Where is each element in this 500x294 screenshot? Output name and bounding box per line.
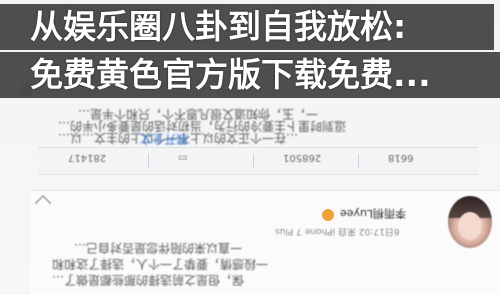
post-body-line: 一直以来的陪伴您是否对自己… <box>74 240 242 257</box>
post-body-text: 一直以来的陪伴您是否对自己… <box>74 241 243 255</box>
vip-badge-icon <box>322 209 334 221</box>
post-body-line: 一段感情，要挚了一个人，选择了这和和 <box>52 256 268 273</box>
headline-text: 免费黄色官方版下载免费... <box>30 55 431 94</box>
expand-full-text-link[interactable]: 展开全文 <box>140 132 188 146</box>
action-divider <box>148 154 149 168</box>
comment-icon[interactable]: ▭ <box>178 152 187 163</box>
avatar[interactable] <box>448 196 492 248</box>
avatar-face <box>458 212 482 240</box>
post-meta: 6日17:02 来自 iPhone 7 Plus <box>275 226 400 236</box>
like-count[interactable]: 281417 <box>68 152 106 163</box>
post-username[interactable]: 李雨桐Luyee <box>340 206 406 222</box>
post-body-text: 一段感情，要挚了一个人，选择了这和和 <box>52 257 269 271</box>
headline-text: 从娱乐圈八卦到自我放松: <box>30 7 407 46</box>
action-divider <box>358 154 359 168</box>
post-body-text: 保，但是之前选择的那些都是做了… <box>52 273 245 287</box>
expand-text-row: 展开全文 <box>140 131 188 148</box>
favorite-count[interactable]: 6618 <box>388 152 413 163</box>
post-action-bar: 281417 ▭ 268501 6618 <box>38 147 478 175</box>
repost-count[interactable]: 268501 <box>283 152 321 163</box>
post-body-line: 保，但是之前选择的那些都是做了… <box>52 272 244 289</box>
action-divider <box>253 154 254 168</box>
headline-line-2: 免费黄色官方版下载免费... <box>0 52 500 98</box>
headline-line-1: 从娱乐圈八卦到自我放松: <box>0 4 494 50</box>
